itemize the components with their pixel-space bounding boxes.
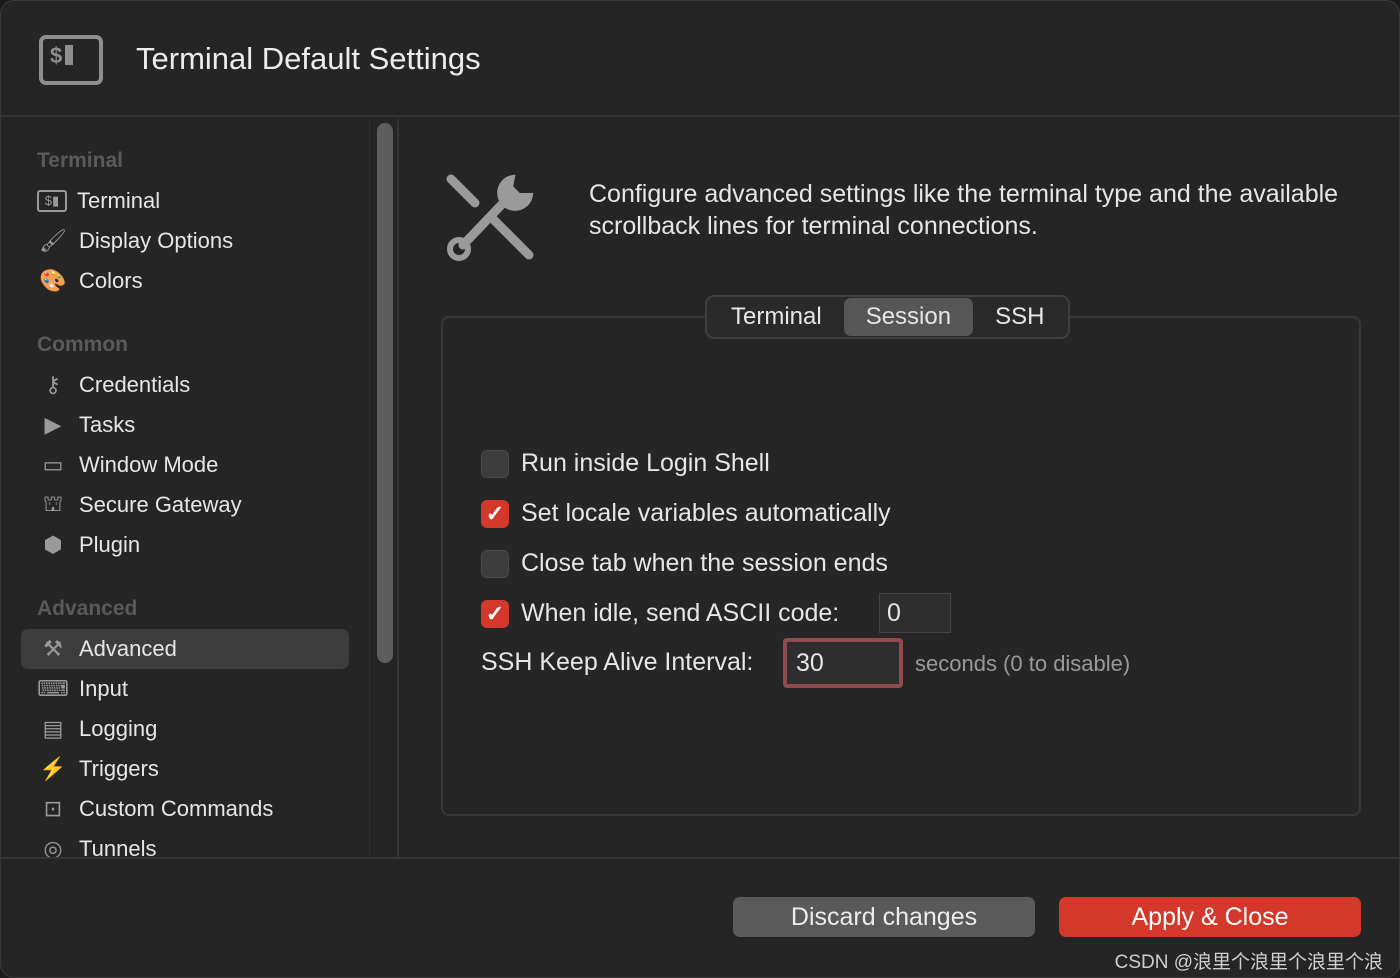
login-shell-checkbox[interactable]: Run inside Login Shell <box>481 449 770 478</box>
tunnel-icon: ◎ <box>43 836 63 857</box>
tab-session[interactable]: Session <box>843 298 974 336</box>
sidebar-item-input[interactable]: ⌨ Input <box>21 669 349 709</box>
key-icon: ⚷ <box>44 372 62 397</box>
footer-divider <box>1 857 1399 859</box>
tools-icon <box>446 174 534 261</box>
section-advanced: Advanced <box>37 597 138 620</box>
tools-icon: ⚒ <box>43 636 63 661</box>
section-terminal: Terminal <box>37 149 123 172</box>
sidebar-scrollbar[interactable] <box>369 119 399 857</box>
sidebar-item-advanced[interactable]: ⚒ Advanced <box>21 629 349 669</box>
watermark: CSDN @浪里个浪里个浪里个浪 <box>1114 952 1383 973</box>
tasks-icon: ▶ <box>44 412 62 437</box>
sidebar-item-custom-commands[interactable]: ⊡ Custom Commands <box>21 789 349 829</box>
sidebar-item-plugin[interactable]: ⬢ Plugin <box>21 525 349 565</box>
page-description: Configure advanced settings like the ter… <box>589 180 1339 240</box>
sidebar-item-label: Display Options <box>79 228 234 253</box>
sidebar-item-label: Input <box>79 676 128 701</box>
checkbox-label: When idle, send ASCII code: <box>521 599 840 627</box>
trigger-icon: ⚡ <box>39 756 67 781</box>
sidebar-item-label: Tasks <box>79 412 136 437</box>
sidebar-item-label: Advanced <box>79 636 177 661</box>
sidebar-item-logging[interactable]: ▤ Logging <box>21 709 349 749</box>
checkbox[interactable] <box>481 549 509 578</box>
sidebar-item-label: Plugin <box>79 532 141 557</box>
sidebar-item-label: Triggers <box>79 756 159 781</box>
sidebar-item-display-options[interactable]: 🖌 Display Options <box>21 221 349 261</box>
header: $ Terminal Default Settings <box>1 1 1399 117</box>
sidebar-item-secure-gateway[interactable]: ⛫ Secure Gateway <box>21 485 349 525</box>
sidebar-item-label: Custom Commands <box>79 796 274 821</box>
discard-changes-button[interactable]: Discard changes <box>733 897 1035 937</box>
window-title: Terminal Default Settings <box>136 41 481 76</box>
terminal-icon: $ <box>39 35 103 85</box>
locale-checkbox[interactable]: ✓ Set locale variables automatically <box>481 499 891 528</box>
sidebar-item-tunnels[interactable]: ◎ Tunnels <box>21 829 349 857</box>
sidebar-item-label: Window Mode <box>79 452 219 477</box>
idle-ascii-checkbox[interactable]: ✓ When idle, send ASCII code: <box>481 599 839 628</box>
ascii-code-input[interactable]: 0 <box>879 593 951 633</box>
cube-icon: ⬢ <box>43 532 63 557</box>
keepalive-hint: seconds (0 to disable) <box>915 651 1131 676</box>
tab-bar: Terminal Session SSH <box>705 295 1071 339</box>
sidebar: Terminal $▮ Terminal 🖌 Display Options 🎨 Co… <box>1 119 369 857</box>
sidebar-item-label: Terminal <box>77 188 161 213</box>
sidebar-item-terminal[interactable]: $▮ Terminal <box>21 181 349 221</box>
checkmark-icon[interactable]: ✓ <box>481 499 509 528</box>
sidebar-item-colors[interactable]: 🎨 Colors <box>21 261 349 301</box>
sidebar-item-window-mode[interactable]: ▭ Window Mode <box>21 445 349 485</box>
checkbox-label: Set locale variables automatically <box>521 499 891 527</box>
close-tab-checkbox[interactable]: Close tab when the session ends <box>481 549 888 578</box>
sidebar-item-label: Tunnels <box>79 836 157 857</box>
apply-close-button[interactable]: Apply & Close <box>1059 897 1361 937</box>
scrollbar-thumb[interactable] <box>377 123 393 663</box>
settings-window: $ Terminal Default Settings Terminal $▮ T… <box>0 0 1400 978</box>
tab-ssh[interactable]: SSH <box>973 298 1066 336</box>
log-icon: ▤ <box>42 716 64 741</box>
sidebar-item-credentials[interactable]: ⚷ Credentials <box>21 365 349 405</box>
keyboard-icon: ⌨ <box>37 676 69 701</box>
section-common: Common <box>37 333 128 356</box>
checkbox-label: Run inside Login Shell <box>521 449 770 477</box>
sidebar-item-triggers[interactable]: ⚡ Triggers <box>21 749 349 789</box>
checkbox[interactable] <box>481 449 509 478</box>
command-icon: ⊡ <box>43 796 63 821</box>
tab-terminal[interactable]: Terminal <box>709 298 844 336</box>
checkbox-label: Close tab when the session ends <box>521 549 888 577</box>
checkmark-icon[interactable]: ✓ <box>481 599 509 628</box>
sidebar-item-label: Secure Gateway <box>79 492 242 517</box>
sidebar-item-label: Logging <box>79 716 158 741</box>
palette-icon: 🎨 <box>39 268 67 293</box>
terminal-icon: $▮ <box>37 190 67 212</box>
paintbrush-icon: 🖌 <box>39 228 67 253</box>
keepalive-input[interactable]: 30 <box>783 638 903 688</box>
sidebar-item-label: Colors <box>79 268 143 293</box>
window-icon: ▭ <box>42 452 64 477</box>
sidebar-item-label: Credentials <box>79 372 191 397</box>
sidebar-item-tasks[interactable]: ▶ Tasks <box>21 405 349 445</box>
gateway-icon: ⛫ <box>42 490 64 516</box>
keepalive-label: SSH Keep Alive Interval: <box>481 648 754 676</box>
